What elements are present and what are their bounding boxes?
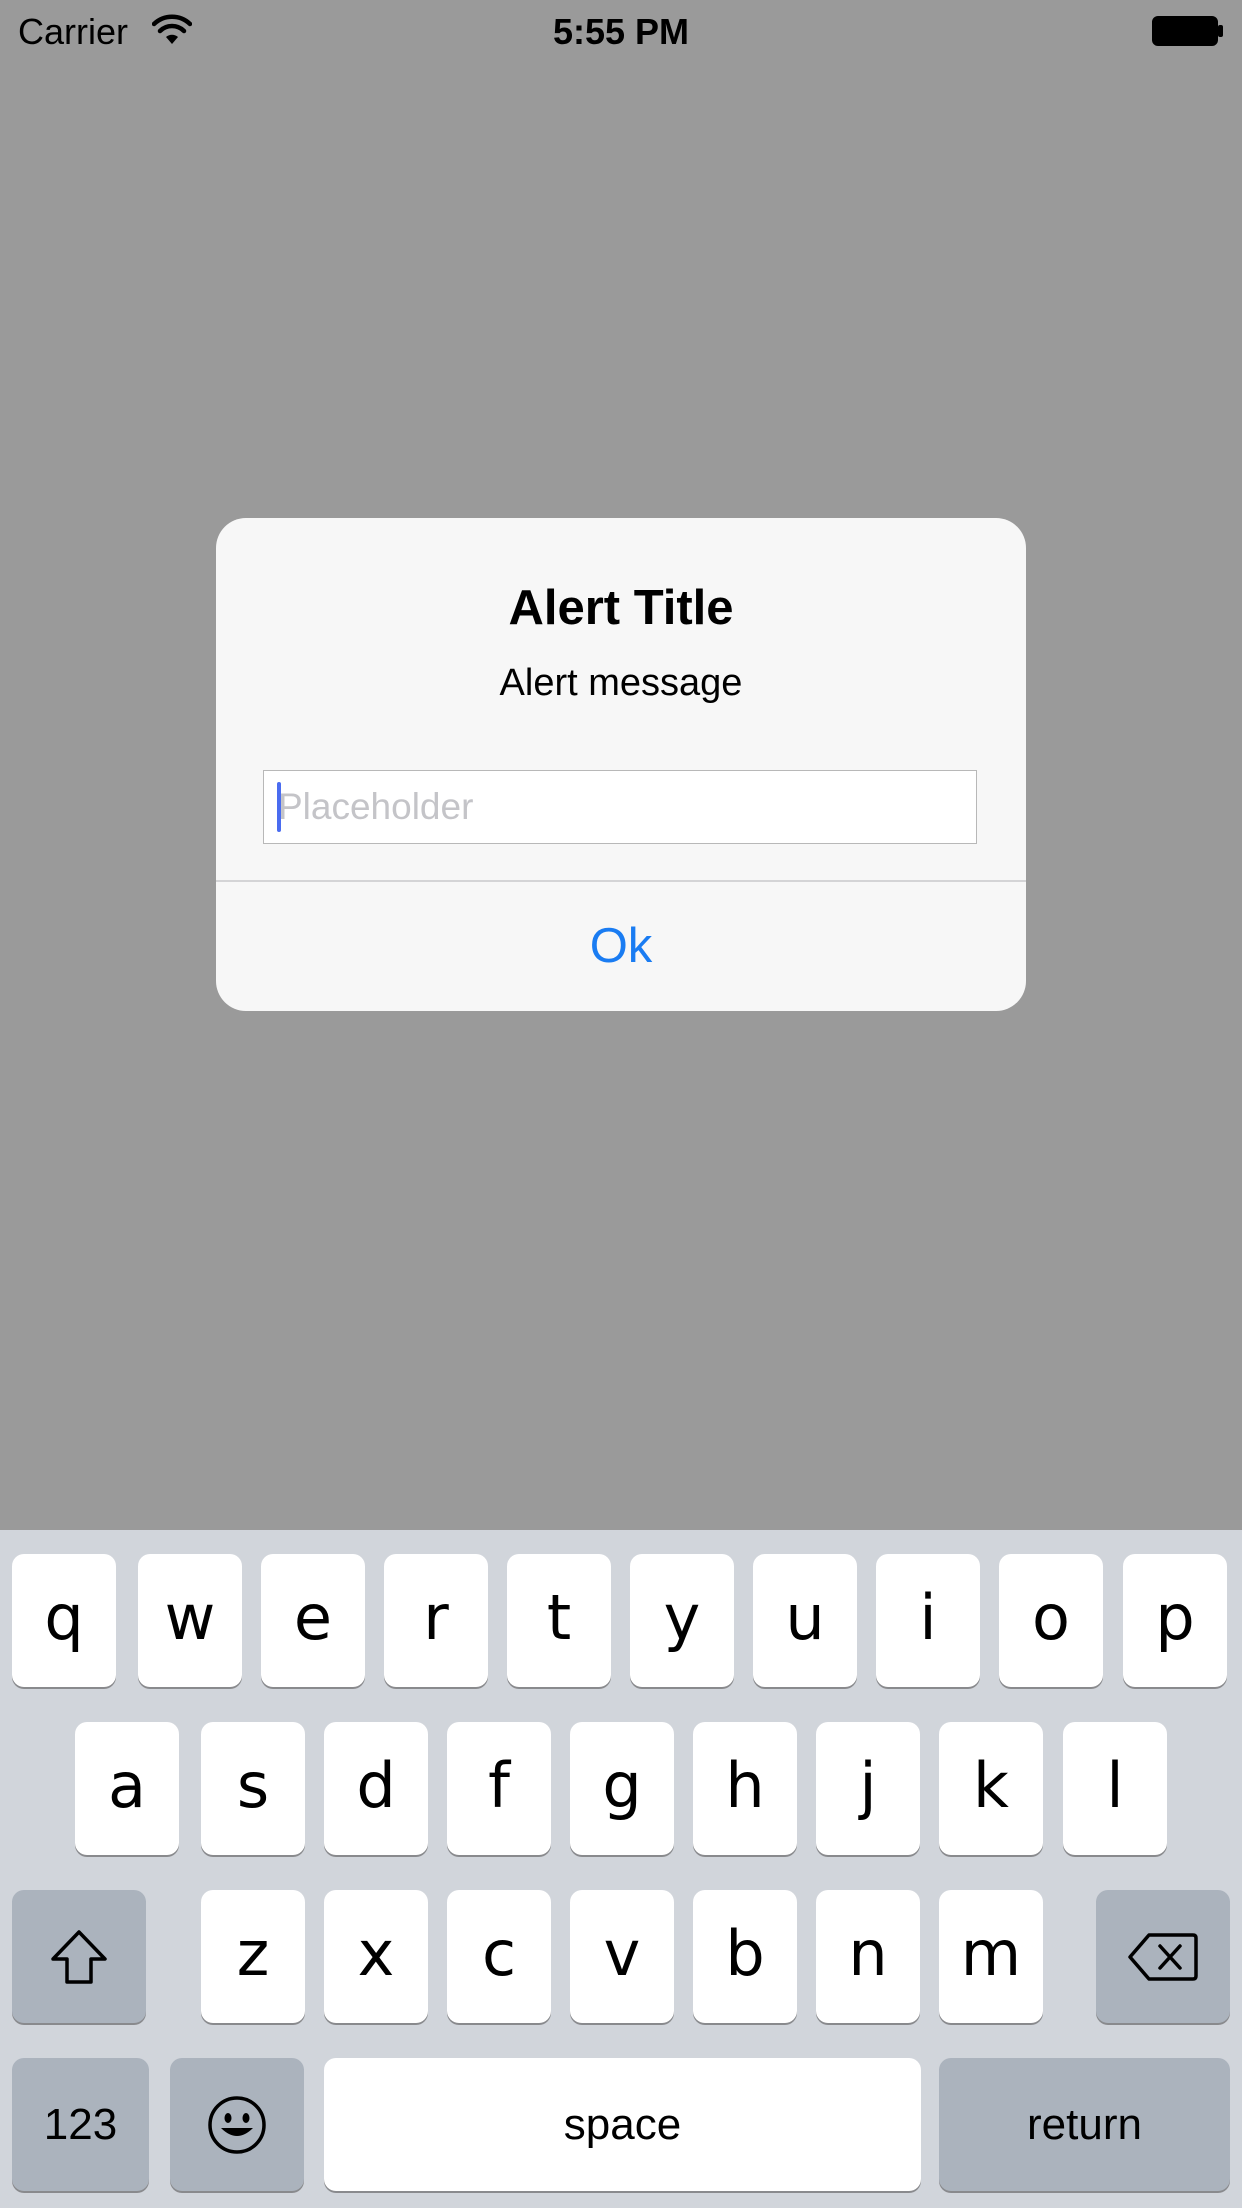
return-key-label: return [1027,2100,1142,2149]
key-n[interactable]: n [816,1890,920,2023]
key-label: c [481,1917,517,1990]
key-d[interactable]: d [324,1722,428,1855]
emoji-key[interactable] [170,2058,304,2191]
key-u[interactable]: u [753,1554,857,1687]
key-x[interactable]: x [324,1890,428,2023]
key-label: i [919,1581,937,1654]
key-label: l [1106,1749,1124,1822]
emoji-icon [208,2096,266,2154]
space-key[interactable]: space [324,2058,921,2191]
key-label: w [164,1581,216,1654]
key-label: g [602,1749,642,1822]
numbers-key[interactable]: 123 [12,2058,149,2191]
key-label: y [663,1581,701,1654]
key-label: x [357,1917,395,1990]
return-key[interactable]: return [939,2058,1230,2191]
key-label: h [725,1749,765,1822]
alert-text-field[interactable] [263,770,977,844]
key-label: s [236,1749,270,1822]
key-label: n [848,1917,888,1990]
key-l[interactable]: l [1063,1722,1167,1855]
key-w[interactable]: w [138,1554,242,1687]
status-time: 5:55 PM [552,11,690,52]
key-label: k [973,1749,1009,1822]
key-j[interactable]: j [816,1722,920,1855]
key-label: o [1032,1581,1070,1654]
battery-icon [1152,16,1223,46]
key-label: t [546,1581,572,1654]
key-q[interactable]: q [12,1554,116,1687]
key-g[interactable]: g [570,1722,674,1855]
key-label: e [293,1581,333,1654]
key-k[interactable]: k [939,1722,1043,1855]
shift-icon [51,1930,107,1984]
shift-key[interactable] [12,1890,146,2023]
keyboard: q w e r t y u i o p a s d f g h j k l z … [0,1530,1242,2208]
key-label: p [1155,1581,1195,1654]
key-h[interactable]: h [693,1722,797,1855]
key-i[interactable]: i [876,1554,980,1687]
key-o[interactable]: o [999,1554,1103,1687]
status-bar: Carrier 5:55 PM [0,0,1242,62]
key-m[interactable]: m [939,1890,1043,2023]
key-label: f [488,1749,510,1822]
key-b[interactable]: b [693,1890,797,2023]
alert-message: Alert message [499,662,743,704]
key-label: a [108,1749,146,1822]
alert-title: Alert Title [508,581,734,635]
key-f[interactable]: f [447,1722,551,1855]
backspace-icon [1128,1933,1198,1981]
key-label: d [356,1749,396,1822]
key-a[interactable]: a [75,1722,179,1855]
key-t[interactable]: t [507,1554,611,1687]
key-label: j [859,1749,877,1822]
key-label: q [44,1581,84,1654]
key-s[interactable]: s [201,1722,305,1855]
key-label: b [725,1917,765,1990]
screen: Carrier 5:55 PM Alert Title Alert messag… [0,0,1242,2208]
key-label: u [785,1581,825,1654]
key-c[interactable]: c [447,1890,551,2023]
key-label: m [960,1917,1022,1990]
alert-dialog: Alert Title Alert message Ok [216,518,1026,1011]
key-label: r [423,1581,449,1654]
key-y[interactable]: y [630,1554,734,1687]
text-cursor [277,782,281,832]
key-e[interactable]: e [261,1554,365,1687]
key-r[interactable]: r [384,1554,488,1687]
key-label: v [603,1917,641,1990]
ok-button[interactable]: Ok [216,882,1026,1011]
key-z[interactable]: z [201,1890,305,2023]
numbers-key-label: 123 [43,2100,118,2149]
key-v[interactable]: v [570,1890,674,2023]
key-p[interactable]: p [1123,1554,1227,1687]
backspace-key[interactable] [1096,1890,1230,2023]
key-label: z [236,1917,270,1990]
space-key-label: space [563,2100,682,2149]
